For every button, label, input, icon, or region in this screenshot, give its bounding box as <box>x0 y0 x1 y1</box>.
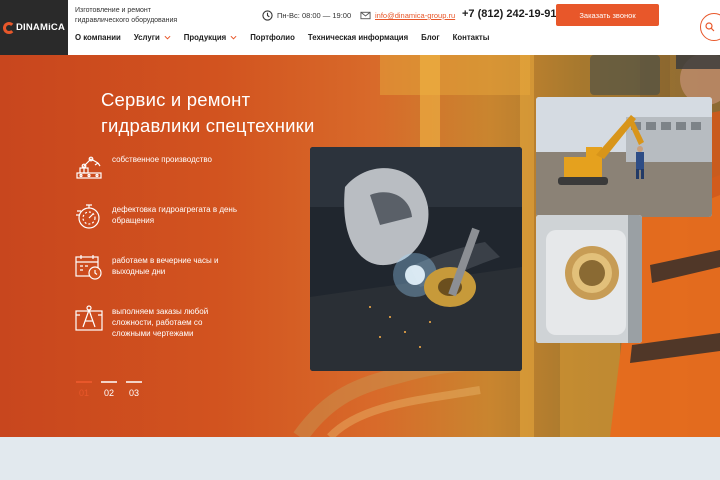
working-hours: Пн-Вс: 08:00 — 19:00 <box>262 10 351 21</box>
mail-icon <box>360 11 371 20</box>
feature-item: выполняем заказы любой сложности, работа… <box>74 303 242 339</box>
feature-text: работаем в вечерние часы и выходные дни <box>112 256 219 276</box>
nav-label: Портфолио <box>250 33 295 42</box>
callback-button[interactable]: Заказать звонок <box>556 4 659 26</box>
nav-item-services[interactable]: Услуги <box>134 33 171 42</box>
slide-dot-1[interactable]: 01 <box>76 381 92 398</box>
excavator-photo <box>536 97 712 217</box>
machined-part-photo <box>536 215 642 343</box>
feature-text: дефектовка гидроагрегата в день обращени… <box>112 205 238 225</box>
slide-number: 02 <box>103 388 114 398</box>
search-icon <box>705 22 715 32</box>
next-section-strip <box>0 437 720 480</box>
nav-item-blog[interactable]: Блог <box>421 33 439 42</box>
nav-item-contacts[interactable]: Контакты <box>453 33 490 42</box>
working-hours-text: Пн-Вс: 08:00 — 19:00 <box>277 11 352 20</box>
hero-title-line: Сервис и ремонт <box>101 89 251 110</box>
phone-number[interactable]: +7 (812) 242-19-91 <box>462 8 556 20</box>
feature-text: выполняем заказы любой сложности, работа… <box>112 307 209 338</box>
welding-photo <box>310 147 522 371</box>
feature-item: работаем в вечерние часы и выходные дни <box>74 252 242 282</box>
chevron-down-icon <box>164 35 171 40</box>
hero-title-line: гидравлики спецтехники <box>101 115 315 136</box>
slide-number: 01 <box>78 388 89 398</box>
hero-slider: Сервис и ремонт гидравлики спецтехники с… <box>0 55 720 437</box>
robot-arm-icon <box>76 156 102 179</box>
feature-item: собственное производство <box>74 151 242 181</box>
calendar-clock-icon <box>75 255 102 280</box>
feature-text: собственное производство <box>112 155 213 164</box>
nav-item-about[interactable]: О компании <box>75 33 121 42</box>
logo-mark: DINAMiCA <box>2 21 66 34</box>
main-nav: О компании Услуги Продукция Портфолио Те… <box>75 33 502 42</box>
logo-arc-icon <box>2 21 15 34</box>
site-header: DINAMiCA Изготовление и ремонт гидравлич… <box>0 0 720 55</box>
logo[interactable]: DINAMiCA <box>0 0 68 55</box>
email-link[interactable]: info@dinamica-group.ru <box>360 10 455 21</box>
slide-dot-2[interactable]: 02 <box>101 381 117 398</box>
nav-label: Продукция <box>183 33 227 42</box>
search-button[interactable] <box>700 13 720 41</box>
hero-title: Сервис и ремонт гидравлики спецтехники <box>101 87 314 139</box>
feature-item: дефектовка гидроагрегата в день обращени… <box>74 201 242 231</box>
nav-item-products[interactable]: Продукция <box>184 33 237 42</box>
nav-item-tech-info[interactable]: Техническая информация <box>308 33 408 42</box>
nav-label: Техническая информация <box>307 33 409 42</box>
nav-item-portfolio[interactable]: Портфолио <box>250 33 295 42</box>
nav-label: О компании <box>75 33 121 42</box>
logo-text: DINAMiCA <box>15 22 66 33</box>
email-text[interactable]: info@dinamica-group.ru <box>375 11 455 20</box>
stopwatch-icon <box>76 204 100 229</box>
chevron-down-icon <box>230 35 237 40</box>
nav-label: Услуги <box>133 33 160 42</box>
company-tagline: Изготовление и ремонт гидравлического об… <box>75 7 178 24</box>
slide-number: 03 <box>128 388 139 398</box>
clock-icon <box>262 10 273 21</box>
nav-label: Блог <box>421 33 440 42</box>
nav-label: Контакты <box>452 33 490 42</box>
slide-dot-3[interactable]: 03 <box>126 381 142 398</box>
blueprint-compass-icon <box>75 305 103 331</box>
slider-pagination: 01 02 03 <box>76 381 142 398</box>
